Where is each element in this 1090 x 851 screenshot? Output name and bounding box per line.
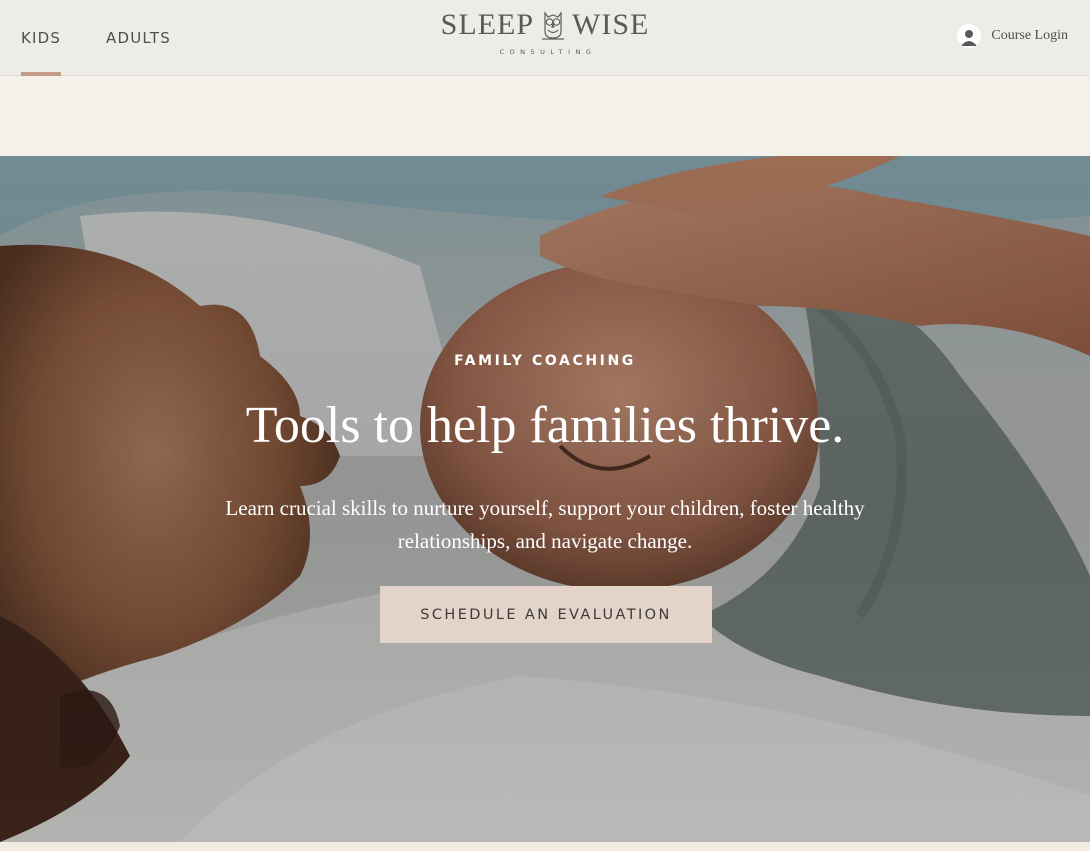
hero-headline: Tools to help families thrive. [245,397,845,454]
schedule-evaluation-label: SCHEDULE AN EVALUATION [420,606,672,623]
logo-word-left: SLEEP [440,8,535,41]
logo-word-right: WISE [572,8,650,41]
logo-tagline: CONSULTING [499,48,597,56]
tab-kids[interactable]: KIDS [21,0,62,76]
hero-eyebrow: FAMILY COACHING [454,353,636,369]
tab-adults[interactable]: ADULTS [106,0,171,76]
tab-kids-label: KIDS [21,29,62,47]
top-navigation: KIDS ADULTS SLEEP WISE CONSULTING Course… [0,0,1090,76]
schedule-evaluation-button[interactable]: SCHEDULE AN EVALUATION [380,586,712,643]
user-avatar-icon [957,24,982,48]
course-login-link[interactable]: Course Login [957,24,1068,48]
tab-adults-label: ADULTS [106,29,171,47]
owl-icon [542,11,565,40]
section-divider [0,842,1090,851]
site-logo[interactable]: SLEEP WISE CONSULTING [430,8,660,64]
course-login-label: Course Login [991,28,1068,43]
hero-content: FAMILY COACHING Tools to help families t… [0,156,1090,842]
logo-wordmark: SLEEP WISE [430,8,660,42]
hero-section: FAMILY COACHING Tools to help families t… [0,156,1090,842]
hero-subtext: Learn crucial skills to nurture yourself… [225,496,865,553]
